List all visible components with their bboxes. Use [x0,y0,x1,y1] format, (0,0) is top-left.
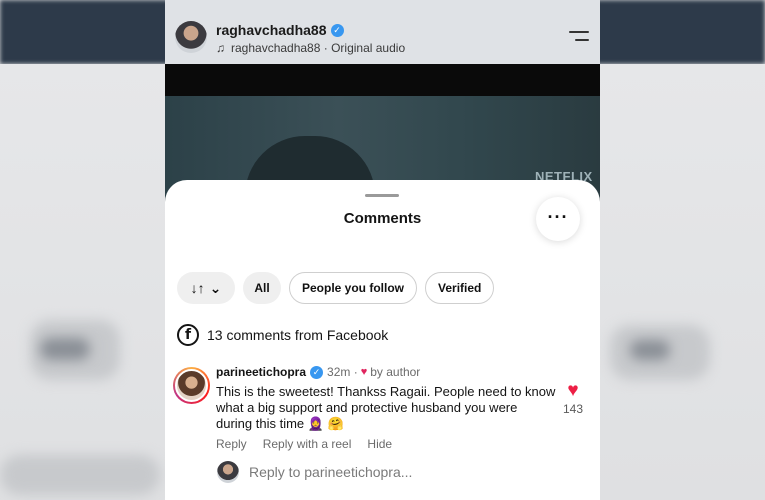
comment-header: parineetichopra ✓ 32m · ♥ by author [216,365,420,379]
facebook-comments-row[interactable]: f 13 comments from Facebook [177,324,388,346]
reply-button[interactable]: Reply [216,437,247,451]
screenshot-stage: raghavchadha88 ✓ ♫ raghavchadha88 · Orig… [0,0,765,500]
filter-verified[interactable]: Verified [425,272,495,304]
reel-header: raghavchadha88 ✓ ♫ raghavchadha88 · Orig… [165,0,600,64]
comment-meta: 32m · ♥ by author [327,365,420,379]
audio-label[interactable]: raghavchadha88 · Original audio [231,41,405,55]
audio-row[interactable]: ♫ raghavchadha88 · Original audio [216,41,405,55]
more-options-button[interactable]: ··· [536,197,580,241]
background-blob [40,338,90,360]
heart-icon[interactable]: ♥ [559,381,587,401]
verified-badge-icon: ✓ [310,365,324,379]
author-username[interactable]: raghavchadha88 [216,22,327,38]
filter-people-you-follow[interactable]: People you follow [289,272,418,304]
facebook-comments-text[interactable]: 13 comments from Facebook [207,327,388,343]
filter-all[interactable]: All [243,272,281,304]
verified-badge-icon: ✓ [330,23,344,37]
music-note-icon: ♫ [216,41,225,55]
like-count: 143 [562,402,584,416]
comments-sheet: Comments ··· ↓↑ ⌄ All People you follow … [165,180,600,500]
hide-button[interactable]: Hide [367,437,392,451]
reply-composer[interactable]: Reply to parineetichopra... [217,461,412,483]
user-avatar [217,461,239,483]
comment-filters: ↓↑ ⌄ All People you follow Verified [177,272,495,304]
background-blob [630,340,670,360]
author-username-row[interactable]: raghavchadha88 ✓ [216,22,344,38]
reply-input[interactable]: Reply to parineetichopra... [249,464,412,480]
sort-button[interactable]: ↓↑ ⌄ [177,272,235,304]
menu-icon[interactable] [569,31,589,45]
sheet-drag-handle[interactable] [365,194,399,197]
comment-time: 32m · [327,365,358,379]
commenter-avatar[interactable] [173,367,210,404]
reply-with-reel-button[interactable]: Reply with a reel [263,437,352,451]
by-author-label: by author [370,365,421,379]
sort-icon: ↓↑ [190,280,205,296]
background-blob [0,455,160,495]
chevron-down-icon: ⌄ [209,279,222,296]
comment-text: This is the sweetest! Thankss Ragaii. Pe… [216,384,556,431]
commenter-username[interactable]: parineetichopra [216,365,306,379]
like-button[interactable]: ♥ 143 [559,381,587,417]
facebook-icon: f [177,324,199,346]
reel-screen: raghavchadha88 ✓ ♫ raghavchadha88 · Orig… [165,0,600,500]
comment-actions: Reply Reply with a reel Hide [216,437,392,451]
comments-title: Comments [343,210,422,227]
heart-icon: ♥ [360,366,368,378]
author-avatar[interactable] [175,21,207,53]
